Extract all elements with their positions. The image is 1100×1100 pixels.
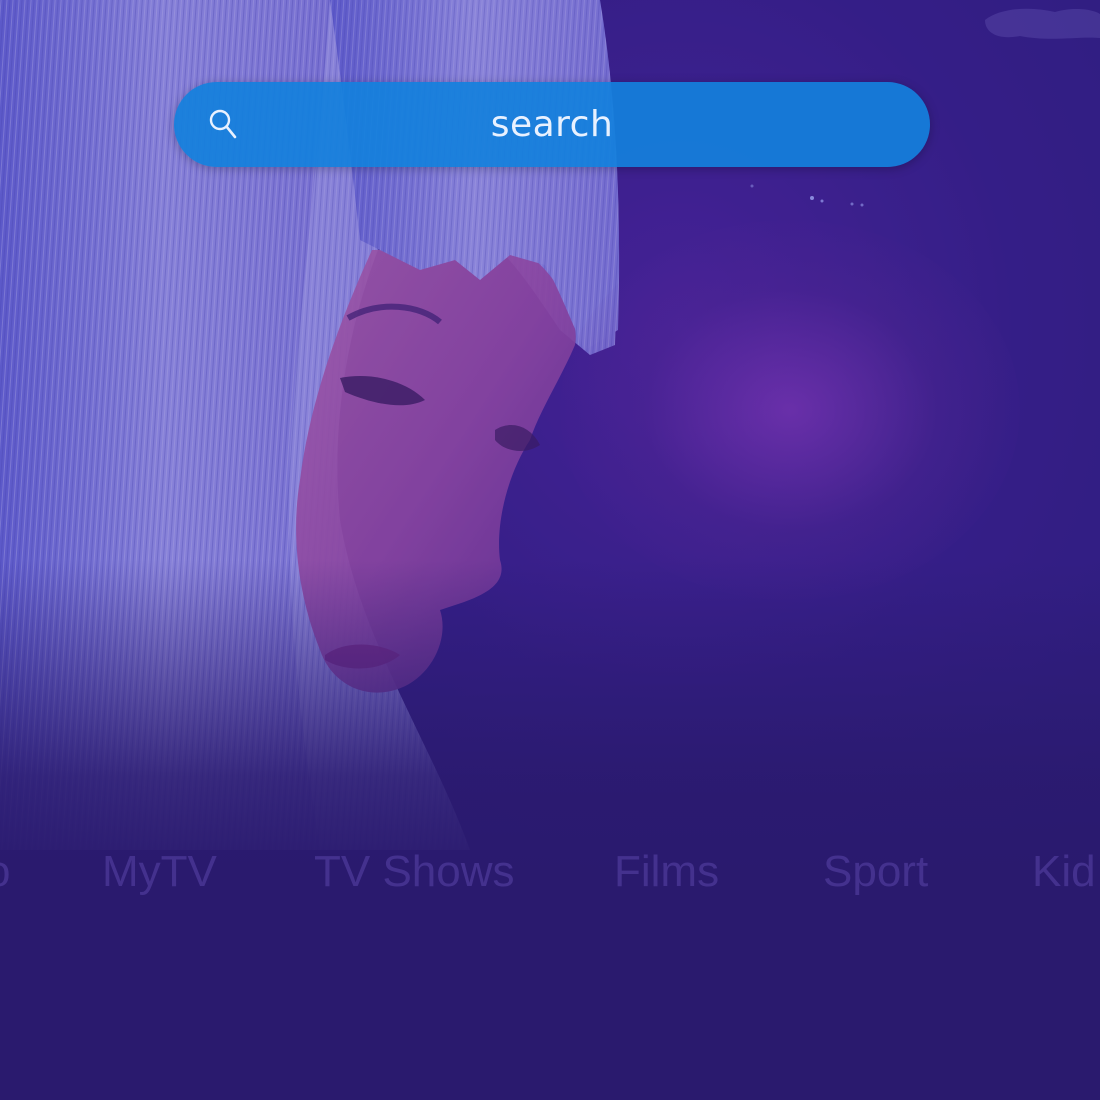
- search-label: search: [490, 104, 614, 145]
- nav-item-sport[interactable]: Sport: [823, 840, 928, 904]
- nav-item-home[interactable]: o: [0, 840, 10, 904]
- nav-item-tv-shows[interactable]: TV Shows: [314, 840, 515, 904]
- nav-item-films[interactable]: Films: [614, 840, 719, 904]
- nav-item-kids[interactable]: Kid: [1032, 840, 1096, 904]
- background-glow: [560, 220, 1020, 600]
- search-bar[interactable]: search: [174, 82, 930, 167]
- main-navigation: o MyTV TV Shows Films Sport Kid: [0, 840, 1100, 904]
- home-screen: search o MyTV TV Shows Films Sport Kid: [0, 0, 1100, 1100]
- nav-item-mytv[interactable]: MyTV: [102, 840, 217, 904]
- bottom-fade: [0, 560, 1100, 1100]
